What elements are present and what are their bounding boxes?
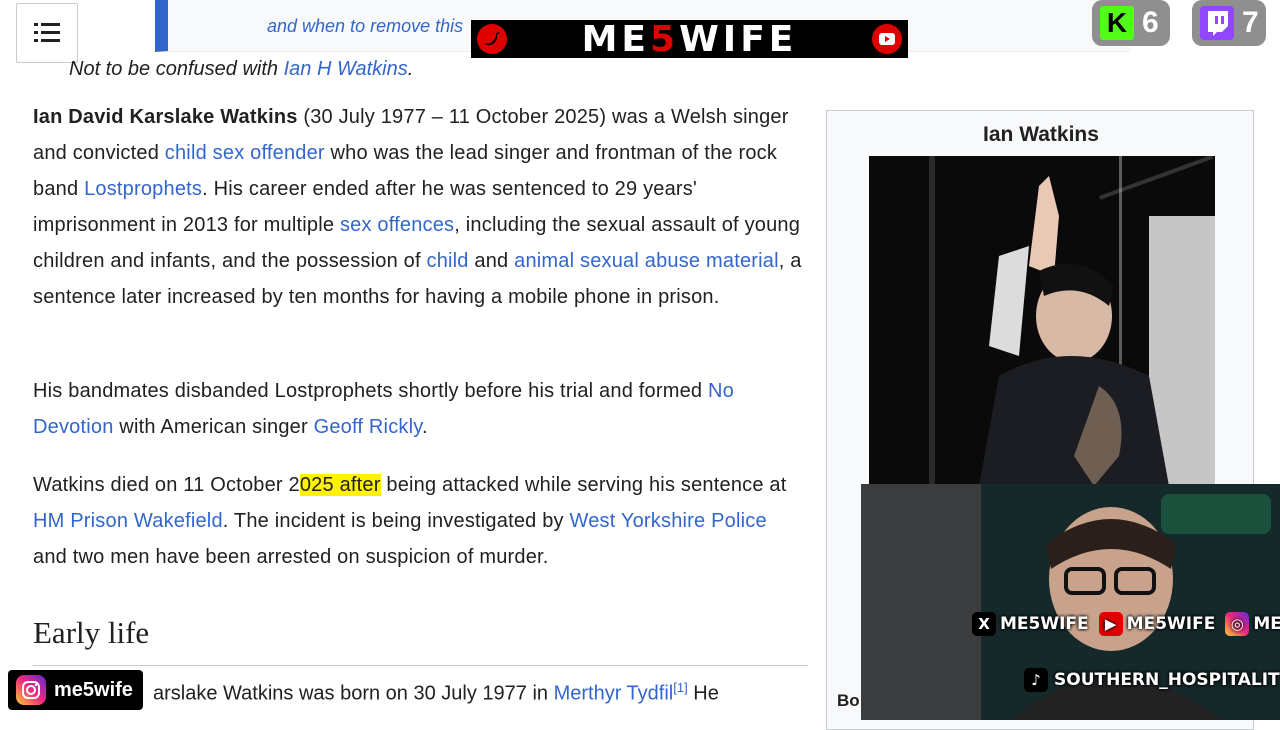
banner-title: ME5WIFE <box>582 19 798 60</box>
twitch-icon <box>1200 6 1234 40</box>
bandmates-paragraph: His bandmates disbanded Lostprophets sho… <box>33 373 803 445</box>
tiktok-handle-text: SOUTHERN_HOSPITALITY_5 <box>1054 670 1280 690</box>
para-text: and two men have been arrested on suspic… <box>33 546 549 568</box>
twitch-viewer-badge: 7 <box>1192 0 1266 46</box>
link-west-yorkshire-police[interactable]: West Yorkshire Police <box>570 510 767 532</box>
kick-count: 6 <box>1142 6 1159 39</box>
kick-icon: K <box>1100 6 1134 40</box>
infobox-photo[interactable] <box>869 156 1215 486</box>
singer-silhouette <box>869 156 1215 486</box>
link-lostprophets[interactable]: Lostprophets <box>84 178 202 200</box>
link-merthyr-tydfil[interactable]: Merthyr Tydfil <box>554 683 674 705</box>
youtube-icon: ▶ <box>1098 612 1123 636</box>
death-paragraph: Watkins died on 11 October 2025 after be… <box>33 467 803 575</box>
link-hm-prison-wakefield[interactable]: HM Prison Wakefield <box>33 510 223 532</box>
link-animal-sexual-abuse[interactable]: animal sexual abuse material <box>514 250 779 272</box>
instagram-chip-text: me5wife <box>54 678 133 701</box>
link-geoff-rickly[interactable]: Geoff Rickly <box>314 416 422 438</box>
hatnote-link[interactable]: Ian H Watkins <box>284 58 408 80</box>
stream-banner: ME5WIFE <box>471 19 908 60</box>
section-heading-early-life: Early life <box>33 615 150 650</box>
para-text: arslake Watkins was born on 30 July 1977… <box>153 682 554 705</box>
banner-wife: WIFE <box>679 18 798 60</box>
youtube-handle-text: ME5WIFE <box>1126 614 1216 634</box>
x-icon: X <box>972 612 996 636</box>
youtube-icon <box>872 24 902 54</box>
twitch-count: 7 <box>1242 6 1259 39</box>
intro-paragraph: Ian David Karslake Watkins (30 July 1977… <box>33 99 803 315</box>
link-child[interactable]: child <box>427 250 469 272</box>
instagram-handle: ◎ ME5WIFE <box>1225 612 1280 636</box>
streamer-socials: X ME5WIFE ▶ ME5WIFE ◎ ME5WIFE <box>972 612 1280 636</box>
para-text: He <box>687 682 719 705</box>
kick-viewer-badge: K 6 <box>1092 0 1170 46</box>
main-menu-button[interactable] <box>16 3 78 63</box>
para-text: Watkins died on 11 October 2 <box>33 474 300 496</box>
para-text: His bandmates disbanded Lostprophets sho… <box>33 380 708 402</box>
instagram-icon: ◎ <box>1225 612 1250 636</box>
twitter-icon <box>477 24 507 54</box>
subject-name: Ian David Karslake Watkins <box>33 106 298 128</box>
instagram-icon <box>16 675 46 705</box>
text-highlight: 025 after <box>299 474 381 496</box>
banner-me: ME <box>581 18 651 60</box>
hatnote-prefix: Not to be confused with <box>69 58 284 80</box>
section-divider <box>33 665 808 666</box>
instagram-chip: me5wife <box>8 670 143 710</box>
para-text: . <box>421 416 428 438</box>
x-handle-text: ME5WIFE <box>1000 614 1089 634</box>
menu-icon <box>34 23 60 42</box>
youtube-handle: ▶ ME5WIFE <box>1098 612 1216 636</box>
hatnote: Not to be confused with Ian H Watkins. <box>69 58 413 81</box>
tiktok-icon: ♪ <box>1024 668 1048 692</box>
link-child-sex-offender[interactable]: child sex offender <box>165 142 325 164</box>
intro-text: and <box>468 250 515 272</box>
hatnote-suffix: . <box>407 58 414 80</box>
para-text: being attacked while serving his sentenc… <box>380 474 787 496</box>
notice-text: and when to remove this <box>267 16 464 36</box>
citation-link[interactable]: [1] <box>673 680 687 695</box>
infobox-born-label: Bo <box>837 691 860 710</box>
para-text: with American singer <box>113 416 314 438</box>
banner-five: 5 <box>650 18 680 60</box>
x-handle: X ME5WIFE <box>972 612 1089 636</box>
tiktok-handle: ♪ SOUTHERN_HOSPITALITY_5 <box>1024 668 1280 692</box>
instagram-handle-text: ME5WIFE <box>1253 614 1280 634</box>
link-sex-offences[interactable]: sex offences <box>340 214 454 236</box>
infobox-title: Ian Watkins <box>983 123 1099 146</box>
para-text: . The incident is being investigated by <box>222 510 570 532</box>
